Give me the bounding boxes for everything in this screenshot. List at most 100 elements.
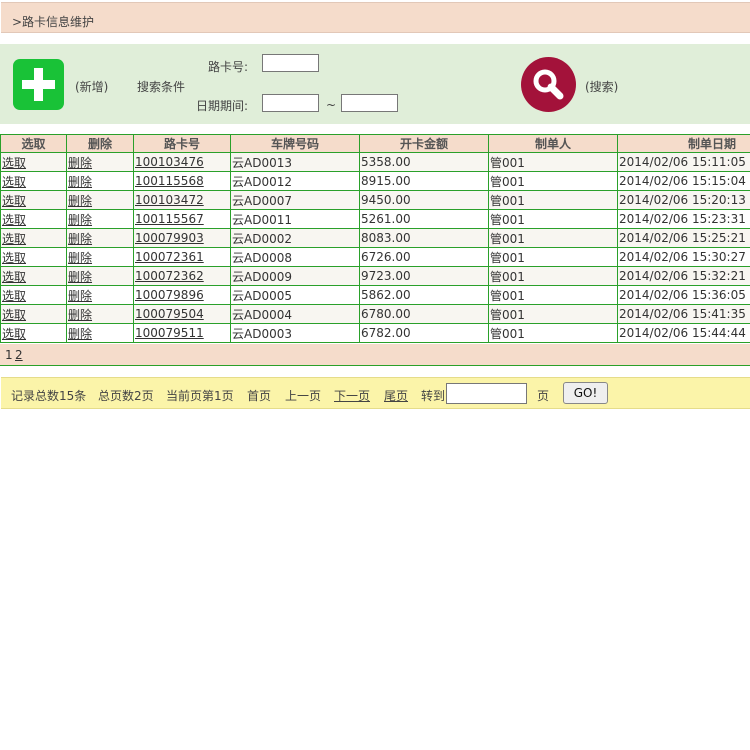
page-unit-label: 页: [537, 389, 550, 403]
plate-cell: 云AD0002: [232, 231, 292, 246]
delete-link[interactable]: 删除: [68, 308, 92, 322]
page-link-2[interactable]: 2: [15, 348, 23, 362]
magnifier-icon: [533, 69, 564, 100]
goto-page-input[interactable]: [446, 383, 527, 404]
page-title: >路卡信息维护: [12, 15, 95, 29]
table-row[interactable]: 选取 删除 100079903 云AD0002 8083.00 管001 2014/02/0…: [0, 228, 750, 248]
add-label[interactable]: (新增): [75, 78, 108, 95]
last-page-link[interactable]: 尾页: [384, 387, 408, 404]
table-row[interactable]: 选取 删除 100115567 云AD0011 5261.00 管001 2014/02/0…: [0, 209, 750, 229]
card-no-link[interactable]: 100115568: [135, 174, 204, 188]
table-row[interactable]: 选取 删除 100079896 云AD0005 5862.00 管001 2014/02/0…: [0, 285, 750, 305]
pagination-footer: 记录总数15条 总页数2页 当前页第1页 首页 上一页 下一页 尾页 转到 页 …: [1, 377, 750, 409]
delete-link[interactable]: 删除: [68, 270, 92, 284]
card-no-link[interactable]: 100072361: [135, 250, 204, 264]
amount-cell-cell: 8083.00: [359, 228, 489, 248]
plate-cell-cell: 云AD0012: [230, 171, 360, 191]
date-cell: 2014/02/06 15:25:21: [619, 231, 746, 245]
table-row[interactable]: 选取 删除 100103476 云AD0013 5358.00 管001 2014/02/0…: [0, 152, 750, 172]
creator-cell: 管001: [490, 326, 525, 341]
delete-link[interactable]: 删除: [68, 327, 92, 341]
date-to-input[interactable]: [341, 94, 398, 112]
go-button[interactable]: GO!: [563, 382, 608, 404]
plate-cell: 云AD0011: [232, 212, 292, 227]
date-cell-cell: 2014/02/06 15:36:05: [617, 285, 750, 305]
card-no-link[interactable]: 100079896: [135, 288, 204, 302]
table-row[interactable]: 选取 删除 100115568 云AD0012 8915.00 管001 2014/02/0…: [0, 171, 750, 191]
delete-cell: 删除: [66, 323, 134, 343]
plate-cell-cell: 云AD0013: [230, 152, 360, 172]
card-no-link[interactable]: 100079511: [135, 326, 204, 340]
select-cell: 选取: [0, 285, 67, 305]
amount-cell: 9723.00: [361, 269, 411, 283]
card-no-link[interactable]: 100103476: [135, 155, 204, 169]
column-header-plate: 车牌号码: [230, 134, 360, 153]
delete-link[interactable]: 删除: [68, 213, 92, 227]
add-button[interactable]: [13, 59, 64, 110]
select-link[interactable]: 选取: [2, 289, 26, 303]
card-no-link[interactable]: 100079504: [135, 307, 204, 321]
amount-cell-cell: 6782.00: [359, 323, 489, 343]
delete-link[interactable]: 删除: [68, 156, 92, 170]
card-no-cell: 100103472: [133, 190, 231, 210]
select-link[interactable]: 选取: [2, 156, 26, 170]
amount-cell: 5358.00: [361, 155, 411, 169]
card-no-link[interactable]: 100103472: [135, 193, 204, 207]
select-link[interactable]: 选取: [2, 232, 26, 246]
next-page-link[interactable]: 下一页: [334, 387, 370, 404]
table-row[interactable]: 选取 删除 100079511 云AD0003 6782.00 管001 2014/02/0…: [0, 323, 750, 343]
select-link[interactable]: 选取: [2, 175, 26, 189]
select-cell: 选取: [0, 209, 67, 229]
first-page-link: 首页: [247, 389, 272, 403]
select-link[interactable]: 选取: [2, 308, 26, 322]
creator-cell: 管001: [490, 174, 525, 189]
card-no-link[interactable]: 100079903: [135, 231, 204, 245]
card-no-input[interactable]: [262, 54, 319, 72]
card-no-cell: 100079511: [133, 323, 231, 343]
plate-cell-cell: 云AD0002: [230, 228, 360, 248]
amount-cell-cell: 8915.00: [359, 171, 489, 191]
card-no-link[interactable]: 100115567: [135, 212, 204, 226]
card-no-link[interactable]: 100072362: [135, 269, 204, 283]
creator-cell-cell: 管001: [488, 152, 618, 172]
amount-cell: 8083.00: [361, 231, 411, 245]
plate-cell: 云AD0003: [232, 326, 292, 341]
table-row[interactable]: 选取 删除 100072362 云AD0009 9723.00 管001 2014/02/0…: [0, 266, 750, 286]
amount-cell-cell: 9450.00: [359, 190, 489, 210]
creator-cell-cell: 管001: [488, 304, 618, 324]
card-table: 选取 删除 路卡号 车牌号码 开卡金额 制单人 制单日期 选取 删除 1001034…: [0, 134, 750, 343]
plate-cell-cell: 云AD0008: [230, 247, 360, 267]
card-no-cell: 100079504: [133, 304, 231, 324]
select-cell: 选取: [0, 266, 67, 286]
card-no-cell: 100115567: [133, 209, 231, 229]
card-no-cell: 100079903: [133, 228, 231, 248]
date-cell: 2014/02/06 15:41:35: [619, 307, 746, 321]
delete-link[interactable]: 删除: [68, 194, 92, 208]
delete-link[interactable]: 删除: [68, 251, 92, 265]
creator-cell: 管001: [490, 231, 525, 246]
date-from-input[interactable]: [262, 94, 319, 112]
select-link[interactable]: 选取: [2, 270, 26, 284]
table-body: 选取 删除 100103476 云AD0013 5358.00 管001 2014/02/0…: [0, 152, 750, 343]
amount-cell: 5862.00: [361, 288, 411, 302]
select-link[interactable]: 选取: [2, 251, 26, 265]
search-button[interactable]: [521, 57, 576, 112]
plate-cell-cell: 云AD0007: [230, 190, 360, 210]
creator-cell-cell: 管001: [488, 266, 618, 286]
select-link[interactable]: 选取: [2, 213, 26, 227]
select-link[interactable]: 选取: [2, 327, 26, 341]
creator-cell: 管001: [490, 288, 525, 303]
page-link-current[interactable]: 1: [5, 348, 13, 362]
table-row[interactable]: 选取 删除 100072361 云AD0008 6726.00 管001 2014/02/0…: [0, 247, 750, 267]
column-header-date: 制单日期: [617, 134, 750, 153]
search-label[interactable]: (搜索): [585, 78, 618, 95]
delete-link[interactable]: 删除: [68, 232, 92, 246]
table-row[interactable]: 选取 删除 100103472 云AD0007 9450.00 管001 2014/02/0…: [0, 190, 750, 210]
table-row[interactable]: 选取 删除 100079504 云AD0004 6780.00 管001 2014/02/0…: [0, 304, 750, 324]
delete-link[interactable]: 删除: [68, 289, 92, 303]
delete-link[interactable]: 删除: [68, 175, 92, 189]
select-link[interactable]: 选取: [2, 194, 26, 208]
amount-cell-cell: 5358.00: [359, 152, 489, 172]
delete-cell: 删除: [66, 247, 134, 267]
amount-cell-cell: 5862.00: [359, 285, 489, 305]
